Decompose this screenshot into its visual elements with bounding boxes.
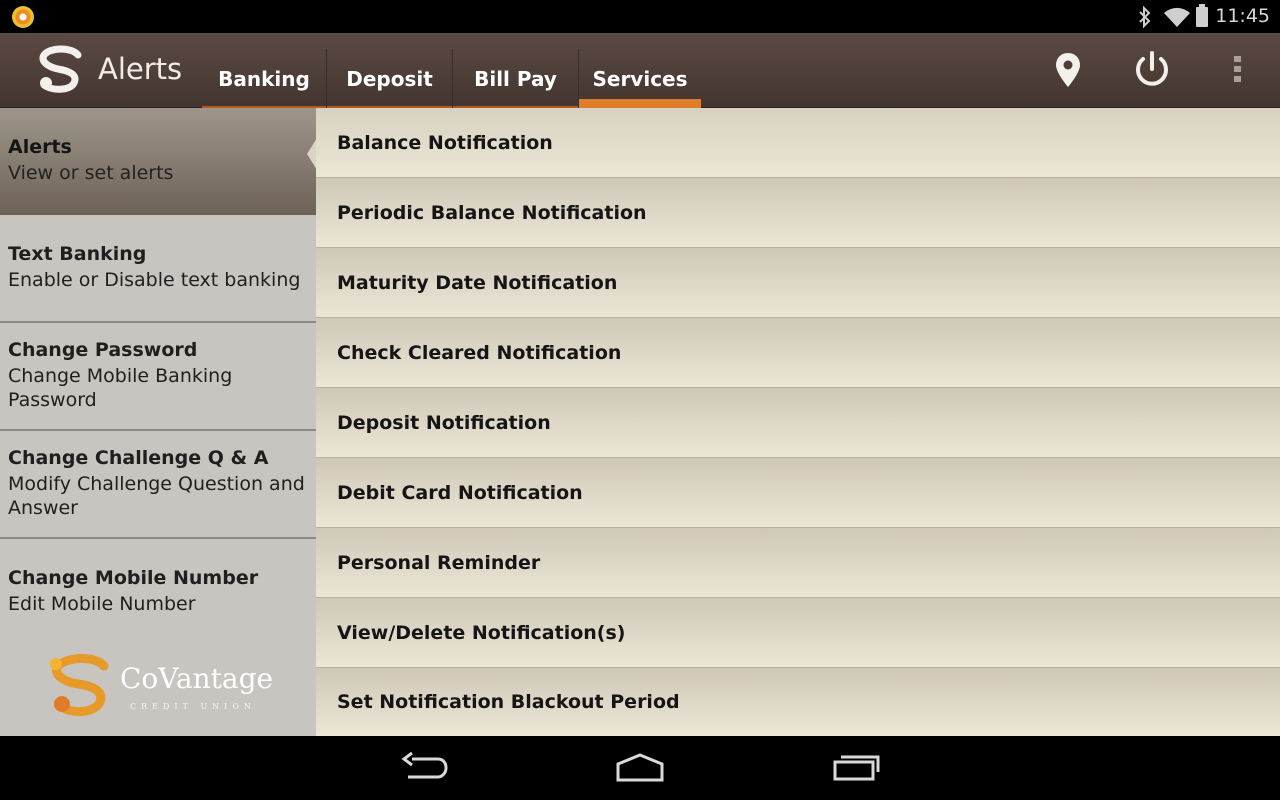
tab-bar: Banking Deposit Bill Pay Services [202, 49, 701, 108]
recents-icon[interactable] [832, 750, 882, 784]
sidebar-item-change-password[interactable]: Change Password Change Mobile Banking Pa… [0, 323, 316, 431]
status-bar: 11:45 [0, 0, 1280, 33]
list-item-label: View/Delete Notification(s) [337, 621, 626, 644]
clock: 11:45 [1215, 5, 1270, 27]
list-item-label: Balance Notification [337, 131, 553, 154]
sidebar-item-change-mobile-number[interactable]: Change Mobile Number Edit Mobile Number [0, 539, 316, 649]
sidebar-item-subtitle: Enable or Disable text banking [8, 269, 301, 291]
location-icon[interactable] [1054, 51, 1082, 89]
power-icon[interactable] [1132, 49, 1172, 91]
tab-deposit[interactable]: Deposit [326, 49, 452, 108]
sidebar-item-subtitle: Edit Mobile Number [8, 593, 196, 615]
sidebar-item-subtitle: Change Mobile Banking Password [8, 365, 233, 411]
back-icon[interactable] [400, 750, 448, 784]
app-notification-icon [12, 6, 34, 28]
overflow-menu-icon[interactable] [1232, 55, 1244, 85]
covantage-tagline: CREDIT UNION [130, 702, 256, 711]
app-home-button[interactable]: Alerts [0, 33, 202, 108]
list-item-label: Deposit Notification [337, 411, 551, 434]
covantage-logo: CoVantage CREDIT UNION [48, 654, 278, 724]
list-item[interactable]: Debit Card Notification [316, 458, 1280, 528]
page-title: Alerts [98, 52, 183, 86]
list-item[interactable]: Maturity Date Notification [316, 248, 1280, 318]
list-item[interactable]: Deposit Notification [316, 388, 1280, 458]
sidebar-item-subtitle: Modify Challenge Question and Answer [8, 473, 305, 519]
action-bar: Alerts Banking Deposit Bill Pay Services [0, 33, 1280, 108]
tab-label: Bill Pay [474, 66, 557, 91]
sidebar-item-alerts[interactable]: Alerts View or set alerts [0, 108, 317, 215]
list-item[interactable]: View/Delete Notification(s) [316, 598, 1280, 668]
list-item-label: Set Notification Blackout Period [337, 691, 680, 713]
sidebar-item-subtitle: View or set alerts [8, 162, 174, 184]
tab-banking[interactable]: Banking [202, 49, 326, 108]
list-item[interactable]: Periodic Balance Notification [316, 178, 1280, 248]
list-item[interactable]: Balance Notification [316, 108, 1280, 178]
list-item-label: Maturity Date Notification [337, 271, 618, 294]
list-item[interactable]: Check Cleared Notification [316, 318, 1280, 388]
list-item-label: Periodic Balance Notification [337, 201, 647, 224]
notification-list: Balance Notification Periodic Balance No… [316, 108, 1280, 736]
sidebar-item-title: Alerts [8, 136, 72, 158]
system-nav-bar [0, 736, 1280, 800]
sidebar-item-title: Change Password [8, 339, 198, 361]
services-sidebar: Alerts View or set alerts Text Banking E… [0, 108, 317, 736]
tab-label: Deposit [346, 66, 433, 91]
sidebar-item-change-challenge[interactable]: Change Challenge Q & A Modify Challenge … [0, 431, 316, 539]
sidebar-item-text-banking[interactable]: Text Banking Enable or Disable text bank… [0, 215, 316, 323]
list-item[interactable]: Personal Reminder [316, 528, 1280, 598]
tab-bill-pay[interactable]: Bill Pay [452, 49, 578, 108]
covantage-swirl-icon [50, 654, 109, 716]
battery-icon [1196, 4, 1208, 27]
wifi-icon [1164, 7, 1190, 28]
list-item-label: Personal Reminder [337, 551, 541, 574]
list-item-label: Check Cleared Notification [337, 341, 622, 364]
tab-services[interactable]: Services [578, 49, 701, 108]
tab-label: Services [592, 66, 688, 91]
sidebar-item-title: Change Mobile Number [8, 567, 259, 589]
sidebar-item-title: Change Challenge Q & A [8, 447, 269, 469]
tab-label: Banking [218, 66, 310, 91]
sidebar-item-title: Text Banking [8, 243, 147, 265]
bluetooth-icon [1139, 6, 1151, 28]
list-item[interactable]: Set Notification Blackout Period [316, 668, 1280, 736]
home-icon[interactable] [614, 750, 666, 784]
covantage-name: CoVantage [120, 662, 274, 695]
app-logo-icon [39, 45, 82, 93]
list-item-label: Debit Card Notification [337, 481, 583, 504]
